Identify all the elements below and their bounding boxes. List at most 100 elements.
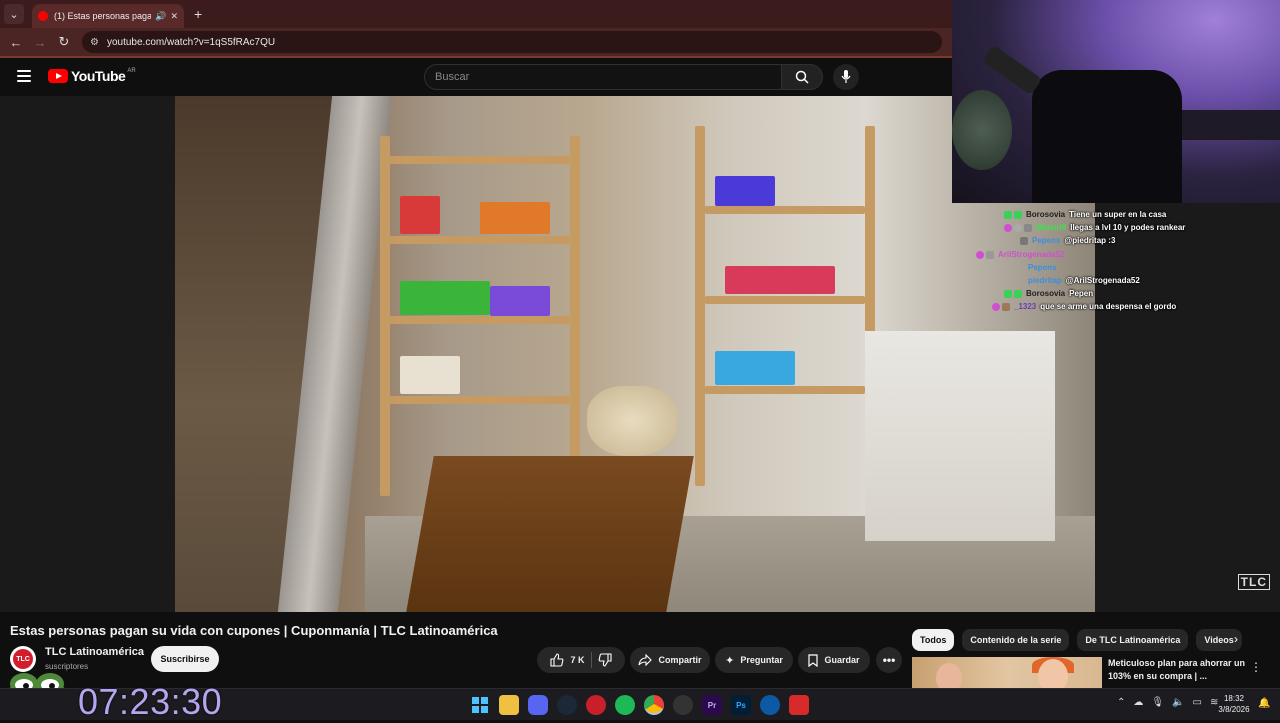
like-dislike-group: 7 K [537,647,625,673]
chat-text: Tiene un super en la casa [1069,210,1167,219]
chat-username: Borosovia [1026,289,1066,298]
thumbs-up-icon[interactable] [550,653,564,667]
share-icon [638,654,653,666]
chat-username: _1323 [1014,302,1037,311]
channel-name[interactable]: TLC Latinoamérica [45,646,144,658]
url-text: youtube.com/watch?v=1qS5fRAc7QU [106,36,276,48]
stream-chat-overlay: Borosovia Tiene un super en la casa Maku… [976,198,1280,318]
stream-timer: 07:23:30 [78,681,223,722]
reload-icon[interactable]: ↻ [52,34,76,50]
cloud-icon[interactable]: ☁ [1133,697,1143,708]
browser-tab-bar: ⌄ (1) Estas personas pagan su 🔊 ✕ + [0,0,952,28]
tab-title: (1) Estas personas pagan su [54,11,152,21]
gear-badge-icon [1014,223,1022,232]
chevron-right-icon[interactable]: › [1234,632,1238,646]
search-input[interactable] [435,71,781,83]
chat-username: Makurill [1036,223,1067,232]
chevron-up-icon[interactable]: ⌃ [1117,697,1125,708]
thumbs-down-icon[interactable] [598,653,612,667]
premiere-icon[interactable]: Pr [702,695,722,715]
verified-badge-icon [1004,289,1012,298]
url-field[interactable]: ⚙ youtube.com/watch?v=1qS5fRAc7QU [82,31,942,53]
tab-search-icon[interactable]: ⌄ [4,4,24,24]
thumbnail-face [1038,659,1068,688]
windows-start-icon[interactable] [470,695,490,715]
new-tab-button[interactable]: + [194,6,202,22]
related-filter-chips: Todos Contenido de la serie De TLC Latin… [912,629,1242,651]
obs-icon[interactable] [673,695,693,715]
browser-tab[interactable]: (1) Estas personas pagan su 🔊 ✕ [32,4,184,28]
scene-basket [587,386,677,456]
chat-message: piedritap @ArilStrogenada52 [1028,276,1140,285]
app-red-icon[interactable] [586,695,606,715]
search-button[interactable] [781,64,823,90]
chat-text: @ArilStrogenada52 [1065,276,1140,285]
subscriber-badge-icon [1014,210,1022,219]
webcam-chair [1032,70,1182,203]
file-explorer-icon[interactable] [499,695,519,715]
recommended-thumbnail[interactable] [912,657,1102,688]
discord-icon[interactable] [528,695,548,715]
address-bar-row: ← → ↻ ⚙ youtube.com/watch?v=1qS5fRAc7QU [0,28,952,56]
spotify-icon[interactable] [615,695,635,715]
sub-badge-icon [1002,302,1010,311]
heart-badge-icon [976,250,984,259]
forward-icon[interactable]: → [28,35,52,50]
close-tab-icon[interactable]: ✕ [170,11,178,22]
notification-bell-icon[interactable]: 🔔 [1258,698,1270,709]
sub-badge-icon [1024,223,1032,232]
more-actions-button[interactable]: ••• [876,647,902,673]
save-label: Guardar [824,655,860,665]
chat-message: _1323 que se arme una despensa el gordo [992,302,1176,311]
chat-message: Borosovia Tiene un super en la casa [1004,210,1166,219]
youtube-play-icon [48,69,68,83]
chrome-icon[interactable] [644,695,664,715]
chat-message: ArilStrogenada52 [976,250,1068,259]
arrow-badge-icon [986,250,994,259]
youtube-header: YouTube AR [0,58,952,96]
system-clock[interactable]: 18:32 3/8/2026 [1214,693,1254,715]
webcam-plant [952,90,1012,170]
sparkle-icon: ✦ [725,654,735,667]
chip-series[interactable]: Contenido de la serie [962,629,1070,651]
chat-username: Pepens [1028,263,1057,272]
chat-message: Pepens [1028,263,1060,272]
more-vertical-icon[interactable]: ⋮ [1250,660,1262,674]
steam-icon[interactable] [557,695,577,715]
edge-icon[interactable] [760,695,780,715]
search-icon [795,70,809,84]
volume-icon[interactable]: 🔈 [1172,697,1184,708]
recommended-title[interactable]: Meticuloso plan para ahorrar un 103% en … [1108,657,1246,683]
save-button[interactable]: Guardar [798,647,870,673]
clock-date: 3/8/2026 [1218,705,1250,714]
back-icon[interactable]: ← [4,35,28,50]
photoshop-icon[interactable]: Ps [731,695,751,715]
sub-badge-icon [1020,236,1028,245]
chat-text: Pepen [1069,289,1094,298]
windows-taskbar: 07:23:30 Pr Ps ⌃ ☁ 🎙 🔈 ▭ ≋ 18:32 3/8/202… [0,681,1280,722]
chat-text: @piedritap :3 [1064,236,1116,245]
video-title: Estas personas pagan su vida con cupones… [10,623,498,638]
like-divider [590,652,592,668]
site-info-icon[interactable]: ⚙ [90,37,99,48]
chat-message: Pepens @piedritap :3 [1020,236,1115,245]
microphone-icon[interactable]: 🎙 [1151,697,1164,708]
subscribe-button[interactable]: Suscribirse [151,646,219,672]
ask-button[interactable]: ✦ Preguntar [715,647,793,673]
search-box[interactable] [424,64,782,90]
voice-search-button[interactable] [833,64,859,90]
display-icon[interactable]: ▭ [1193,697,1202,708]
chip-channel[interactable]: De TLC Latinoamérica [1077,629,1189,651]
youtube-logo[interactable]: YouTube AR [48,68,136,84]
microphone-icon [841,70,851,83]
share-button[interactable]: Compartir [630,647,710,673]
speaker-icon[interactable]: 🔊 [155,11,166,22]
heart-badge-icon [1004,223,1012,232]
menu-icon[interactable] [17,70,31,82]
app-tile-icon[interactable] [789,695,809,715]
chip-all[interactable]: Todos [912,629,955,651]
like-count[interactable]: 7 K [570,655,584,665]
chat-message: Makurill llegas a lvl 10 y podes rankear [1004,223,1185,232]
thumbnail-face [936,663,962,688]
chat-username: Borosovia [1026,210,1066,219]
